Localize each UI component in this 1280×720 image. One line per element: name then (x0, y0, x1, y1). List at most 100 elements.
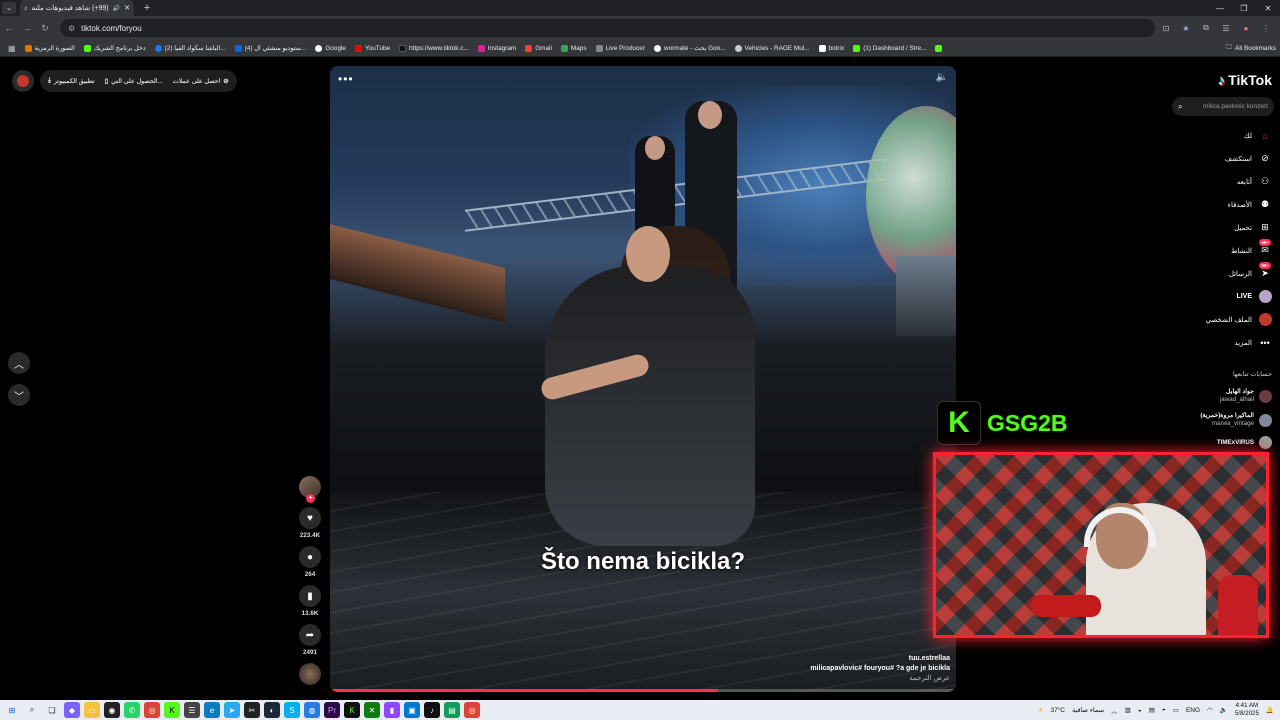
tray-app-icon[interactable]: ◒ (1138, 707, 1142, 714)
bookmark-item[interactable]: Maps (560, 44, 587, 52)
clock[interactable]: 4:41 AM 5/8/2025 (1235, 702, 1259, 718)
new-tab-button[interactable]: + (140, 1, 154, 15)
weather-icon[interactable]: ☀ (1038, 706, 1044, 714)
sidebar-item-upload[interactable]: تحميل ⊞ (1132, 216, 1272, 239)
file-explorer-icon[interactable]: ▭ (84, 702, 100, 718)
followed-account[interactable]: الماكيرا مروة(خمرية) marwa_vintage (1200, 412, 1272, 428)
sidebar-item-activity[interactable]: النشاط ✉ 99+ (1132, 238, 1272, 262)
url-input[interactable]: ⚙ tiktok.com/foryou (60, 19, 1155, 37)
follow-plus-icon[interactable]: + (306, 494, 315, 503)
kick-icon[interactable]: K (164, 702, 180, 718)
minimize-button[interactable]: — (1208, 0, 1232, 16)
site-info-icon[interactable]: ⚙ (68, 24, 75, 33)
forward-button[interactable]: → (18, 19, 36, 37)
chrome-menu-icon[interactable]: ⋮ (1258, 20, 1274, 36)
profile-avatar-icon[interactable]: ● (1238, 20, 1254, 36)
obs-icon[interactable]: ◉ (104, 702, 120, 718)
search-icon[interactable]: ⌕ (1178, 102, 1182, 112)
bookmark-item[interactable] (935, 44, 943, 52)
photos-icon[interactable]: ▣ (404, 702, 420, 718)
bookmark-item[interactable]: Gmail (525, 44, 552, 52)
bookmark-item[interactable]: Google (315, 44, 346, 52)
bookmark-item[interactable]: Live Producer (595, 44, 645, 52)
bookmark-item[interactable]: Vehicles - RAGE Mul... (734, 44, 810, 52)
save-button[interactable]: ▮ (299, 585, 321, 607)
extensions-icon[interactable]: ⧉ (1198, 20, 1214, 36)
sidebar-item-user-follow[interactable]: أتابعه ⚇ (1132, 170, 1272, 193)
tiktok-logo[interactable]: ♪ TikTok (1218, 72, 1272, 88)
bookmark-star-icon[interactable]: ★ (1178, 20, 1194, 36)
battery-icon[interactable]: ▭ (1173, 706, 1179, 714)
app-icon[interactable]: ☰ (184, 702, 200, 718)
tray-app-icon[interactable]: ▥ (1125, 706, 1131, 714)
app-icon[interactable]: ▤ (444, 702, 460, 718)
sidebar-item-friends[interactable]: الأصدقاء ⚉ (1132, 193, 1272, 216)
previous-video-button[interactable]: ︿ (8, 352, 30, 374)
kick-studio-icon[interactable]: K (344, 702, 360, 718)
user-avatar[interactable] (12, 70, 34, 92)
video-progress-bar[interactable] (330, 689, 956, 692)
notifications-icon[interactable]: 🔔 (1266, 706, 1274, 714)
sidebar-item-home[interactable]: لك ⌂ (1132, 124, 1272, 147)
tab-search-icon[interactable]: ⌄ (2, 2, 16, 14)
search-input[interactable]: ⌕ milica pavlovic konzert (1172, 97, 1274, 116)
bookmark-item[interactable]: (4) ستوديو منشئي ال... (234, 44, 306, 52)
tab-close-icon[interactable]: ✕ (124, 4, 130, 12)
close-window-button[interactable]: ✕ (1256, 0, 1280, 16)
edge-icon[interactable]: e (204, 702, 220, 718)
capcut-icon[interactable]: ✂ (244, 702, 260, 718)
chrome-icon[interactable]: ◎ (144, 702, 160, 718)
maximize-button[interactable]: ❐ (1232, 0, 1256, 16)
bookmark-item[interactable]: botrix (818, 44, 844, 52)
get-app-link[interactable]: ▯ الحصول على التي... (105, 78, 163, 85)
reload-button[interactable]: ↻ (36, 19, 54, 37)
like-button[interactable]: ♥ (299, 507, 321, 529)
followed-account[interactable]: جواد الهايل jawad_alhail (1220, 388, 1272, 404)
tray-app-icon[interactable]: ◓ (1162, 707, 1166, 714)
share-button[interactable]: ➦ (299, 624, 321, 646)
bookmark-item[interactable]: https://www.tiktok.c... (399, 44, 469, 52)
whatsapp-icon[interactable]: ✆ (124, 702, 140, 718)
wifi-icon[interactable]: ◠ (1207, 706, 1213, 714)
next-video-button[interactable]: ﹀ (8, 384, 30, 406)
premiere-icon[interactable]: Pr (324, 702, 340, 718)
task-view-icon[interactable]: ❏ (44, 702, 60, 718)
chrome-icon[interactable]: ◎ (464, 702, 480, 718)
xbox-icon[interactable]: ✕ (364, 702, 380, 718)
followed-account[interactable]: TIMExVIRUS (1217, 436, 1272, 449)
creator-avatar[interactable]: + (299, 476, 321, 503)
video-username[interactable]: tuu.estrellaa (650, 654, 950, 664)
search-icon[interactable]: ⌕ (24, 702, 40, 718)
volume-icon[interactable]: 🔈 (1220, 706, 1228, 714)
tiktok-app-icon[interactable]: ♪ (424, 702, 440, 718)
all-bookmarks-button[interactable]: 🗀 All Bookmarks (1226, 40, 1276, 57)
streamlabs-icon[interactable]: ◍ (304, 702, 320, 718)
chevron-up-icon[interactable]: ︿ (1111, 705, 1118, 715)
back-button[interactable]: ← (0, 19, 18, 37)
language-indicator[interactable]: ENG (1186, 707, 1200, 714)
music-disc-icon[interactable] (299, 663, 321, 685)
tray-app-icon[interactable]: ▤ (1149, 706, 1155, 714)
bookmark-item[interactable]: دخل برنامج الشريك (83, 44, 146, 52)
sidebar-item-profile[interactable]: الملف الشخصي (1132, 308, 1272, 331)
twitch-icon[interactable]: ▮ (384, 702, 400, 718)
see-translation-link[interactable]: عرض الترجمة (650, 674, 950, 684)
copilot-icon[interactable]: ◆ (64, 702, 80, 718)
more-options-icon[interactable]: ••• (338, 72, 354, 86)
volume-icon[interactable]: 🔈 (936, 72, 948, 83)
skype-icon[interactable]: S (284, 702, 300, 718)
tab-groups-icon[interactable]: ☰ (1218, 20, 1234, 36)
bookmark-item[interactable]: (2) الباشا سكواد الفيا... (154, 44, 226, 52)
sidebar-item-compass[interactable]: استكشف ⊘ (1132, 147, 1272, 170)
desktop-app-link[interactable]: ⤓ تطبيق الكمبيوتر (48, 77, 95, 85)
video-player[interactable]: ••• 🔈 Što nema bicikla? tuu.estrellaa mi… (330, 66, 956, 692)
install-app-icon[interactable]: ⊡ (1158, 20, 1174, 36)
sidebar-item-live[interactable]: LIVE (1132, 285, 1272, 308)
telegram-icon[interactable]: ➤ (224, 702, 240, 718)
bookmark-item[interactable]: YouTube (354, 44, 390, 52)
tab-audio-icon[interactable]: 🔊 (113, 5, 120, 12)
bookmark-item[interactable]: Instagram (477, 44, 516, 52)
comment-button[interactable]: ● (299, 546, 321, 568)
windows-start-icon[interactable]: ⊞ (4, 702, 20, 718)
bookmark-item[interactable]: wormate - بحث Goo... (653, 44, 726, 52)
